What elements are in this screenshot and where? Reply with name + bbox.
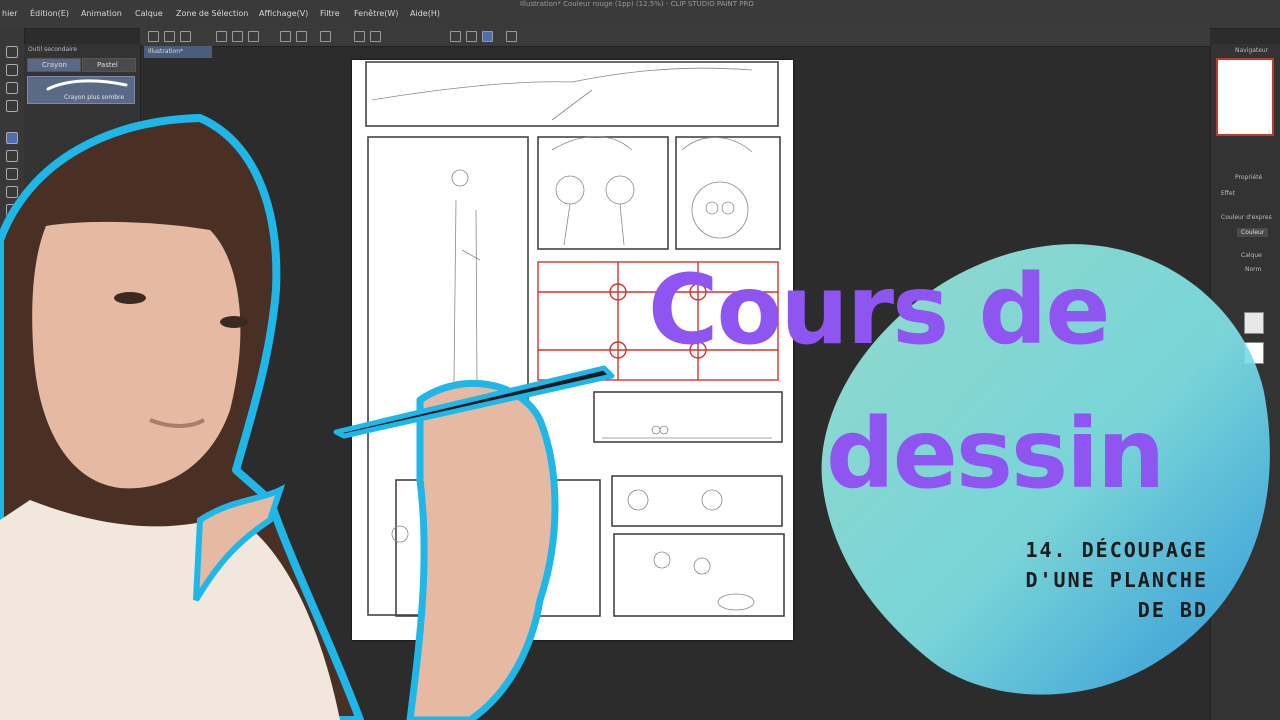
subtitle-line-2: D'UNE PLANCHE	[1025, 568, 1208, 592]
subtitle-line-1: 14. DÉCOUPAGE	[1025, 538, 1208, 562]
title-line-1: Cours de	[648, 254, 1110, 366]
title-line-2: dessin	[826, 398, 1165, 510]
subtitle-line-3: DE BD	[1137, 598, 1208, 622]
presenter-photo	[0, 114, 615, 720]
